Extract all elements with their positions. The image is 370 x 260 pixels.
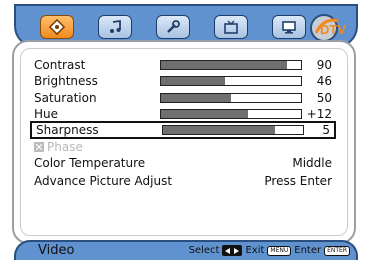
left-right-arrows-icon <box>222 245 243 256</box>
setting-value: 90 <box>316 58 332 72</box>
monitor-icon <box>281 19 297 35</box>
setting-label-text: Phase <box>47 140 83 154</box>
setting-row-hue[interactable]: Hue +12 <box>30 107 336 122</box>
setting-label-text: Saturation <box>34 91 97 105</box>
setting-label: Hue <box>34 107 58 122</box>
setting-label: Saturation <box>34 91 97 106</box>
setting-slider[interactable] <box>160 76 302 86</box>
enter-hint-label: Enter <box>294 245 322 256</box>
menu-key-icon: MENU <box>267 245 292 256</box>
setting-value: 50 <box>316 91 332 105</box>
setting-slider[interactable] <box>162 125 304 135</box>
tab-tv[interactable] <box>214 15 248 39</box>
setting-slider[interactable] <box>160 93 302 103</box>
slider-fill <box>161 77 226 85</box>
select-hint-label: Select <box>188 245 220 256</box>
setting-label-text: Brightness <box>34 74 98 88</box>
setting-label-text: Sharpness <box>36 123 99 137</box>
setting-label: Color Temperature <box>34 156 145 171</box>
setting-label-text: Hue <box>34 107 59 121</box>
setting-value: Press Enter <box>264 174 332 188</box>
enter-key-icon: ENTER <box>324 245 350 256</box>
setting-label-text: Contrast <box>34 58 86 72</box>
slider-fill <box>161 110 248 118</box>
setting-row-phase: Phase <box>30 140 336 155</box>
setting-slider[interactable] <box>160 60 302 70</box>
setting-label: Brightness <box>34 74 98 89</box>
key-hints: Select Exit MENU Enter ENTER <box>189 245 350 256</box>
footer-bar: Video Select Exit MENU Enter ENTER <box>14 240 358 260</box>
slider-fill <box>163 126 275 134</box>
setting-row-sharpness[interactable]: Sharpness 5 <box>30 121 336 139</box>
setting-row-brightness[interactable]: Brightness 46 <box>30 74 336 89</box>
setting-row-advance-picture-adjust[interactable]: Advance Picture Adjust Press Enter <box>30 174 336 189</box>
setting-label-text: Advance Picture Adjust <box>34 174 173 188</box>
setting-label: Advance Picture Adjust <box>34 174 172 189</box>
setting-label: Phase <box>34 140 83 155</box>
setting-label: Contrast <box>34 58 85 73</box>
picture-icon <box>49 19 65 35</box>
tv-icon <box>223 19 239 35</box>
music-note-icon <box>107 19 123 35</box>
dtv-label: DTV <box>320 22 346 37</box>
wrench-icon <box>165 19 181 35</box>
setting-row-saturation[interactable]: Saturation 50 <box>30 91 336 106</box>
setting-row-contrast[interactable]: Contrast 90 <box>30 58 336 73</box>
setting-label: Sharpness <box>36 123 99 137</box>
menu-title: Video <box>38 243 75 258</box>
setting-value: 5 <box>322 123 330 137</box>
tab-sound[interactable] <box>98 15 132 39</box>
setting-label-text: Color Temperature <box>34 156 146 170</box>
setting-value: +12 <box>306 107 332 121</box>
osd-menu: DTV Contrast 90 Brightness 46 Saturation 50 Hu… <box>4 2 366 260</box>
setting-value: 46 <box>316 74 332 88</box>
tab-setup[interactable] <box>156 15 190 39</box>
exit-hint-label: Exit <box>245 245 265 256</box>
disabled-x-icon <box>34 142 44 152</box>
setting-slider[interactable] <box>160 109 302 119</box>
slider-fill <box>161 61 287 69</box>
setting-row-color-temperature[interactable]: Color Temperature Middle <box>30 156 336 171</box>
slider-fill <box>161 94 231 102</box>
tab-picture[interactable] <box>40 15 74 39</box>
setting-value: Middle <box>292 156 332 170</box>
tab-pc[interactable] <box>272 15 306 39</box>
